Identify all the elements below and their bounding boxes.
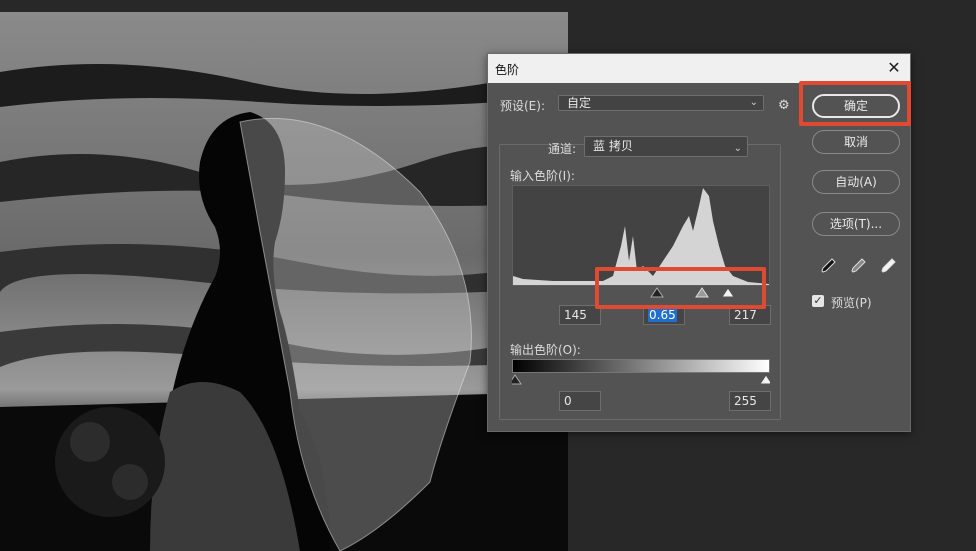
preview-label: 预览(P) <box>831 296 872 310</box>
close-icon[interactable]: ✕ <box>884 58 904 78</box>
white-point-eyedropper-icon[interactable] <box>878 256 898 276</box>
input-black-handle <box>650 287 664 298</box>
auto-button[interactable]: 自动(A) <box>812 170 900 194</box>
input-gamma-value: 0.65 <box>648 308 677 322</box>
input-gamma-handle <box>695 287 709 298</box>
ok-button[interactable]: 确定 <box>812 94 900 118</box>
output-black-handle <box>512 374 522 385</box>
output-black-value: 0 <box>564 394 572 408</box>
gray-point-eyedropper-icon[interactable] <box>848 256 868 276</box>
chevron-down-icon: ⌄ <box>733 143 742 154</box>
dialog-title: 色阶 <box>495 63 520 77</box>
input-white-field[interactable]: 217 <box>729 305 771 325</box>
input-black-value: 145 <box>564 308 587 322</box>
preset-select[interactable]: 自定 ⌄ <box>558 95 764 111</box>
output-black-field[interactable]: 0 <box>559 391 601 411</box>
dialog-titlebar[interactable]: 色阶 ✕ <box>488 54 910 83</box>
histogram <box>512 185 770 286</box>
output-white-handle <box>759 374 770 385</box>
input-black-field[interactable]: 145 <box>559 305 601 325</box>
preset-label: 预设(E): <box>500 99 545 113</box>
output-levels-label: 输出色阶(O): <box>510 343 581 357</box>
input-white-value: 217 <box>734 308 757 322</box>
channel-value: 蓝 拷贝 <box>593 139 633 153</box>
output-slider-track[interactable] <box>512 373 770 385</box>
canvas-photo <box>0 12 568 551</box>
preview-checkbox[interactable]: ✓ <box>812 295 824 307</box>
output-gradient-bar <box>512 359 770 373</box>
output-white-field[interactable]: 255 <box>729 391 771 411</box>
input-levels-label: 输入色阶(I): <box>510 169 575 183</box>
channel-label: 通道: <box>548 142 577 156</box>
channel-select[interactable]: 蓝 拷贝 ⌄ <box>584 136 748 157</box>
chevron-down-icon: ⌄ <box>749 97 758 108</box>
input-gamma-field[interactable]: 0.65 <box>643 305 685 325</box>
levels-dialog: 色阶 ✕ 预设(E): 自定 ⌄ ⚙ 通道: 蓝 拷贝 ⌄ 输入色阶(I): 1… <box>487 53 911 432</box>
gear-icon[interactable]: ⚙ <box>778 98 790 113</box>
options-button[interactable]: 选项(T)... <box>812 212 900 236</box>
preset-value: 自定 <box>567 96 592 110</box>
input-slider-track[interactable] <box>512 286 770 298</box>
input-white-handle <box>721 287 735 298</box>
output-white-value: 255 <box>734 394 757 408</box>
black-point-eyedropper-icon[interactable] <box>818 256 838 276</box>
cancel-button[interactable]: 取消 <box>812 130 900 154</box>
